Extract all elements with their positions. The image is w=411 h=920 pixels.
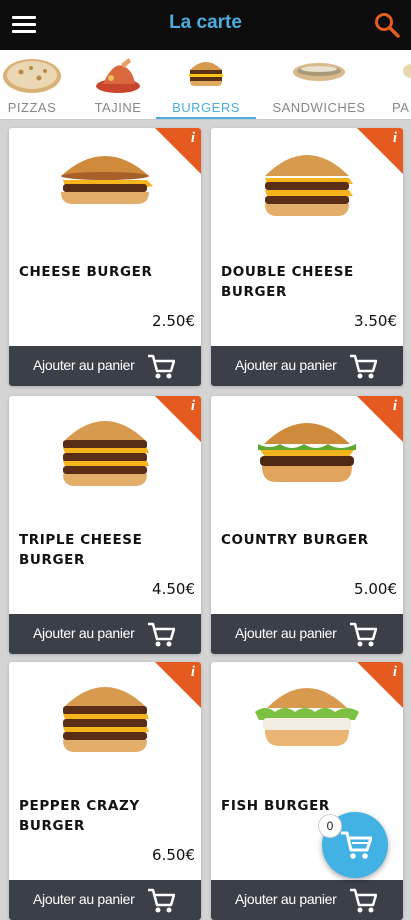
tab-pizzas[interactable]: PIZZAS bbox=[0, 50, 64, 120]
tab-label: PIZZAS bbox=[7, 100, 57, 115]
tab-tajine[interactable]: TAJINE bbox=[86, 50, 150, 120]
burger-icon bbox=[189, 62, 223, 86]
add-to-cart-button[interactable]: Ajouter au panier bbox=[9, 880, 201, 920]
tab-label: BURGERS bbox=[172, 100, 240, 115]
add-to-cart-button[interactable]: Ajouter au panier bbox=[211, 880, 403, 920]
product-card[interactable]: i TRIPLE CHEESE BURGER 4.50€ Ajouter au … bbox=[9, 396, 201, 654]
info-icon[interactable]: i bbox=[191, 398, 195, 415]
product-card[interactable]: i COUNTRY BURGER 5.00€ Ajouter au panier bbox=[211, 396, 403, 654]
add-to-cart-label: Ajouter au panier bbox=[235, 625, 337, 641]
product-name: TRIPLE CHEESE BURGER bbox=[19, 532, 143, 568]
add-to-cart-label: Ajouter au panier bbox=[235, 357, 337, 373]
double-cheese-burger-image bbox=[265, 155, 353, 216]
info-icon[interactable]: i bbox=[393, 664, 397, 681]
tab-sandwiches[interactable]: SANDWICHES bbox=[266, 50, 372, 120]
app-header: La carte bbox=[0, 0, 411, 50]
tab-label: SANDWICHES bbox=[272, 100, 366, 115]
product-name: COUNTRY BURGER bbox=[221, 532, 369, 548]
product-price: 5.00€ bbox=[354, 580, 397, 598]
info-icon[interactable]: i bbox=[393, 398, 397, 415]
product-name: DOUBLE CHEESE BURGER bbox=[221, 264, 354, 300]
cart-icon bbox=[350, 622, 377, 647]
category-tabs: PIZZAS TAJINE BURGERS SANDWICHES PA bbox=[0, 50, 411, 120]
add-to-cart-label: Ajouter au panier bbox=[33, 625, 135, 641]
product-card[interactable]: i PEPPER CRAZY BURGER 6.50€ Ajouter au p… bbox=[9, 662, 201, 920]
cart-icon bbox=[148, 888, 175, 913]
add-to-cart-label: Ajouter au panier bbox=[33, 891, 135, 907]
add-to-cart-button[interactable]: Ajouter au panier bbox=[9, 346, 201, 386]
product-card[interactable]: i FISH BURGER Ajouter au panier bbox=[211, 662, 403, 920]
search-icon[interactable] bbox=[373, 11, 401, 39]
product-price: 4.50€ bbox=[152, 580, 195, 598]
cart-icon bbox=[148, 622, 175, 647]
add-to-cart-label: Ajouter au panier bbox=[235, 891, 337, 907]
cart-count-badge: 0 bbox=[318, 814, 342, 838]
pepper-crazy-burger-image bbox=[63, 687, 149, 752]
triple-cheese-burger-image bbox=[63, 421, 149, 486]
tab-label: TAJINE bbox=[94, 100, 142, 115]
add-to-cart-button[interactable]: Ajouter au panier bbox=[211, 614, 403, 654]
product-name: PEPPER CRAZY BURGER bbox=[19, 798, 140, 834]
tab-more[interactable]: PA bbox=[392, 50, 411, 120]
add-to-cart-button[interactable]: Ajouter au panier bbox=[9, 614, 201, 654]
product-price: 3.50€ bbox=[354, 312, 397, 330]
add-to-cart-label: Ajouter au panier bbox=[33, 357, 135, 373]
pizza-icon bbox=[3, 59, 61, 93]
cart-icon bbox=[350, 354, 377, 379]
cart-icon bbox=[350, 888, 377, 913]
cart-icon bbox=[148, 354, 175, 379]
product-card[interactable]: i DOUBLE CHEESE BURGER 3.50€ Ajouter au … bbox=[211, 128, 403, 386]
cart-icon bbox=[341, 831, 372, 859]
sandwich-icon bbox=[293, 63, 345, 81]
product-name: CHEESE BURGER bbox=[19, 264, 153, 280]
info-icon[interactable]: i bbox=[393, 130, 397, 147]
info-icon[interactable]: i bbox=[191, 664, 195, 681]
product-price: 6.50€ bbox=[152, 846, 195, 864]
tab-label: PA bbox=[392, 100, 410, 115]
divider bbox=[0, 119, 411, 120]
product-card[interactable]: i CHEESE BURGER 2.50€ Ajouter au panier bbox=[9, 128, 201, 386]
category-icon bbox=[403, 64, 411, 78]
product-price: 2.50€ bbox=[152, 312, 195, 330]
info-icon[interactable]: i bbox=[191, 130, 195, 147]
cheese-burger-image bbox=[61, 156, 153, 204]
fish-burger-image bbox=[255, 688, 359, 746]
tajine-icon bbox=[96, 58, 140, 93]
page-title: La carte bbox=[169, 12, 242, 33]
country-burger-image bbox=[258, 423, 356, 482]
tab-burgers[interactable]: BURGERS bbox=[156, 50, 256, 120]
add-to-cart-button[interactable]: Ajouter au panier bbox=[211, 346, 403, 386]
